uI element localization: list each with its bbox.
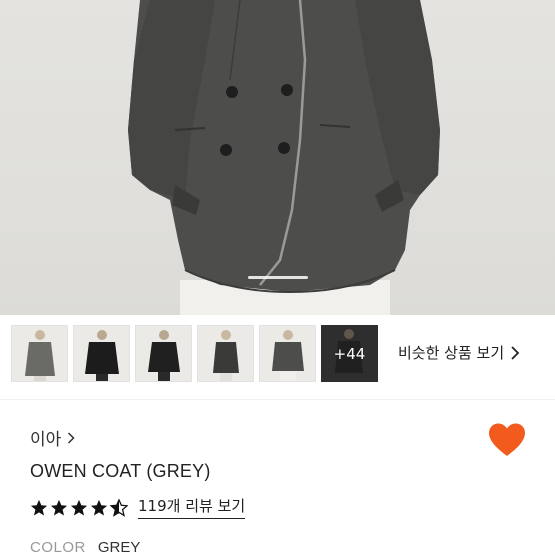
- rating-row: 119개 리뷰 보기: [30, 497, 246, 519]
- thumbnail-2[interactable]: [73, 325, 130, 382]
- chevron-right-icon: [511, 345, 520, 360]
- carousel-indicator: [248, 276, 308, 279]
- star-icon: [50, 499, 68, 516]
- product-title: OWEN COAT (GREY): [30, 461, 211, 481]
- color-label: COLOR: [30, 539, 86, 555]
- color-row: COLOR GREY: [30, 539, 140, 555]
- thumbnail-1[interactable]: [11, 325, 68, 382]
- review-link[interactable]: 119개 리뷰 보기: [138, 497, 246, 519]
- similar-products-link[interactable]: 비슷한 상품 보기: [398, 342, 520, 363]
- star-icon: [70, 499, 88, 516]
- thumbnail-more[interactable]: +44: [321, 325, 378, 382]
- coat-photo: [128, 0, 440, 315]
- more-count: +44: [333, 344, 366, 363]
- half-star-icon: [110, 499, 128, 517]
- thumbnail-strip: +44: [11, 325, 378, 383]
- star-icon: [90, 499, 108, 516]
- brand-link[interactable]: 이아: [30, 425, 75, 450]
- brand-name: 이아: [30, 430, 62, 450]
- thumbnail-5[interactable]: [259, 325, 316, 382]
- color-value: GREY: [97, 539, 141, 555]
- heart-icon[interactable]: [487, 422, 527, 458]
- star-icon: [30, 499, 48, 516]
- chevron-right-icon: [68, 431, 75, 444]
- star-rating: [30, 499, 128, 517]
- thumbnail-4[interactable]: [197, 325, 254, 382]
- thumbnail-3[interactable]: [135, 325, 192, 382]
- divider: [0, 399, 555, 400]
- product-main-image[interactable]: [0, 0, 555, 315]
- similar-products-label: 비슷한 상품 보기: [398, 344, 505, 362]
